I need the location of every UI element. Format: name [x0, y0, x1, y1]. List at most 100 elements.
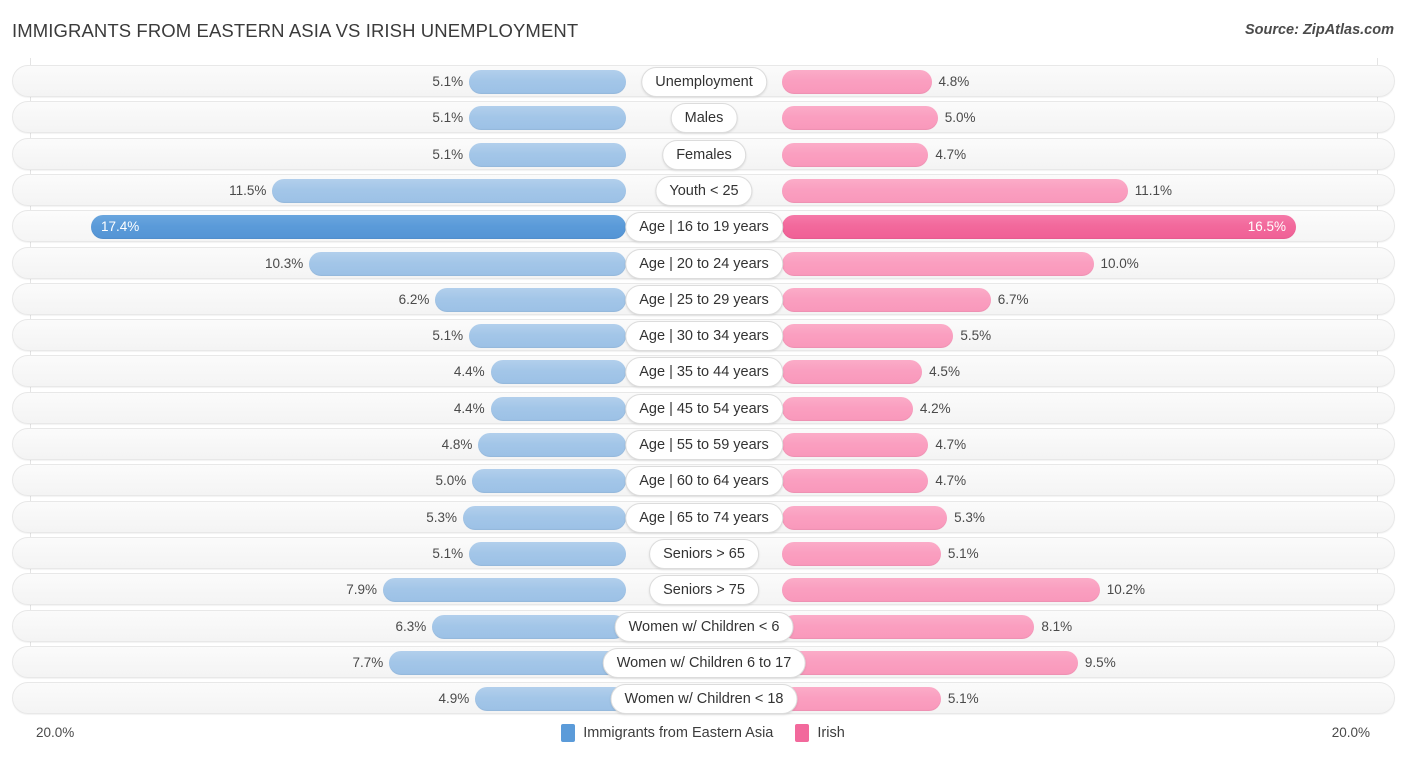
row-category-label[interactable]: Age | 35 to 44 years [625, 357, 783, 388]
bar-irish [782, 360, 923, 385]
row-category-label[interactable]: Age | 55 to 59 years [625, 430, 783, 460]
value-label-right: 5.3% [954, 509, 985, 525]
row-category-label[interactable]: Youth < 25 [655, 175, 753, 206]
table-row[interactable]: 5.3% 5.3% Age | 65 to 74 years [12, 500, 1395, 533]
bar-irish [782, 687, 941, 712]
row-category-label[interactable]: Women w/ Children < 18 [610, 684, 798, 715]
bar-immigrants-from-eastern-asia [389, 650, 626, 675]
bar-immigrants-from-eastern-asia [469, 142, 626, 167]
bar-irish [782, 578, 1100, 603]
bar-irish [782, 505, 948, 530]
row-category-label[interactable]: Age | 20 to 24 years [625, 248, 783, 279]
value-label-left: 5.1% [432, 74, 464, 89]
table-row[interactable]: 5.1% 4.8% Unemployment [12, 65, 1395, 97]
value-label-left: 6.2% [398, 291, 430, 307]
value-label-right: 8.1% [1041, 618, 1073, 634]
bar-immigrants-from-eastern-asia [90, 215, 626, 240]
row-category-label[interactable]: Women w/ Children 6 to 17 [602, 647, 806, 678]
value-label-left: 4.8% [441, 437, 473, 452]
bar-irish [782, 324, 954, 349]
table-row[interactable]: 5.1% 5.5% Age | 30 to 34 years [12, 319, 1395, 352]
value-label-right: 16.5% [1247, 219, 1286, 235]
legend-label: Irish [817, 725, 845, 741]
value-label-right: 4.7% [935, 146, 967, 162]
table-row[interactable]: 5.1% 5.0% Males [12, 101, 1395, 134]
bar-immigrants-from-eastern-asia [309, 251, 626, 276]
bar-irish [782, 142, 929, 167]
table-row[interactable]: 6.2% 6.7% Age | 25 to 29 years [12, 282, 1395, 315]
value-label-left: 5.3% [426, 509, 458, 525]
table-row[interactable]: 5.1% 5.1% Seniors > 65 [12, 536, 1395, 569]
legend-label: Immigrants from Eastern Asia [583, 725, 774, 741]
table-row[interactable]: 4.4% 4.5% Age | 35 to 44 years [12, 355, 1395, 388]
value-label-left: 5.1% [432, 328, 464, 344]
table-row[interactable]: 7.7% 9.5% Women w/ Children 6 to 17 [12, 645, 1395, 678]
value-label-right: 4.2% [919, 400, 951, 416]
bar-irish [782, 541, 941, 566]
table-row[interactable]: 11.5% 11.1% Youth < 25 [12, 173, 1395, 206]
row-category-label[interactable]: Age | 60 to 64 years [625, 466, 783, 497]
bar-irish [782, 396, 913, 421]
bar-irish [782, 469, 929, 494]
bar-immigrants-from-eastern-asia [463, 505, 626, 530]
bar-irish [782, 106, 938, 131]
table-row[interactable]: 7.9% 10.2% Seniors > 75 [12, 573, 1395, 606]
table-row[interactable]: 4.8% 4.7% Age | 55 to 59 years [12, 428, 1395, 460]
bar-immigrants-from-eastern-asia [432, 614, 626, 639]
bar-immigrants-from-eastern-asia [490, 396, 626, 421]
legend-item[interactable]: Immigrants from Eastern Asia [561, 724, 773, 742]
value-label-left: 6.3% [395, 618, 427, 634]
value-label-right: 4.5% [929, 364, 960, 380]
table-row[interactable]: 5.1% 4.7% Females [12, 137, 1395, 170]
row-category-label[interactable]: Age | 16 to 19 years [625, 212, 783, 243]
row-category-label[interactable]: Age | 45 to 54 years [625, 393, 783, 424]
bar-immigrants-from-eastern-asia [383, 578, 626, 603]
row-category-label[interactable]: Seniors > 65 [649, 538, 759, 569]
value-label-left: 7.9% [346, 582, 378, 598]
bar-irish [782, 215, 1296, 240]
row-category-label[interactable]: Males [670, 103, 738, 134]
value-label-right: 10.0% [1100, 255, 1139, 271]
bar-irish [782, 70, 932, 94]
row-category-label[interactable]: Women w/ Children < 6 [614, 611, 794, 642]
row-category-label[interactable]: Unemployment [641, 67, 767, 97]
page-title: IMMIGRANTS FROM EASTERN ASIA VS IRISH UN… [12, 20, 579, 41]
chart-footer: 20.0% 20.0% Immigrants from Eastern Asia… [0, 715, 1406, 757]
legend-item[interactable]: Irish [795, 724, 845, 742]
bar-immigrants-from-eastern-asia [472, 469, 626, 494]
bar-irish [782, 614, 1035, 639]
value-label-right: 4.7% [935, 437, 967, 452]
value-label-left: 5.1% [432, 146, 464, 162]
row-category-label[interactable]: Age | 30 to 34 years [625, 321, 783, 352]
bar-immigrants-from-eastern-asia [475, 687, 626, 712]
value-label-left: 5.1% [432, 545, 464, 561]
table-row[interactable]: 4.4% 4.2% Age | 45 to 54 years [12, 391, 1395, 424]
value-label-right: 5.0% [944, 110, 976, 126]
row-category-label[interactable]: Females [662, 139, 746, 170]
value-label-left: 5.1% [432, 110, 464, 126]
value-label-left: 4.4% [453, 400, 485, 416]
bar-irish [782, 178, 1128, 203]
bar-immigrants-from-eastern-asia [469, 70, 626, 94]
value-label-left: 11.5% [229, 182, 267, 198]
table-row[interactable]: 4.9% 5.1% Women w/ Children < 18 [12, 682, 1395, 715]
value-label-left: 10.3% [264, 255, 304, 271]
value-label-left: 7.7% [352, 654, 384, 670]
bar-irish [782, 433, 929, 457]
table-row[interactable]: 5.0% 4.7% Age | 60 to 64 years [12, 464, 1395, 497]
value-label-right: 5.1% [947, 691, 979, 707]
table-row[interactable]: 6.3% 8.1% Women w/ Children < 6 [12, 609, 1395, 642]
bar-immigrants-from-eastern-asia [469, 324, 626, 349]
value-label-right: 9.5% [1084, 654, 1116, 670]
row-category-label[interactable]: Seniors > 75 [649, 575, 759, 606]
row-category-label[interactable]: Age | 25 to 29 years [625, 284, 783, 315]
bar-immigrants-from-eastern-asia [490, 360, 626, 385]
value-label-right: 10.2% [1106, 582, 1145, 598]
table-row[interactable]: 17.4% 16.5% Age | 16 to 19 years [12, 210, 1395, 243]
table-row[interactable]: 10.3% 10.0% Age | 20 to 24 years [12, 246, 1395, 279]
value-label-left: 4.4% [453, 364, 485, 380]
legend-swatch-icon [795, 724, 810, 742]
value-label-right: 5.5% [960, 328, 992, 344]
value-label-right: 4.8% [938, 74, 970, 89]
row-category-label[interactable]: Age | 65 to 74 years [625, 502, 783, 533]
